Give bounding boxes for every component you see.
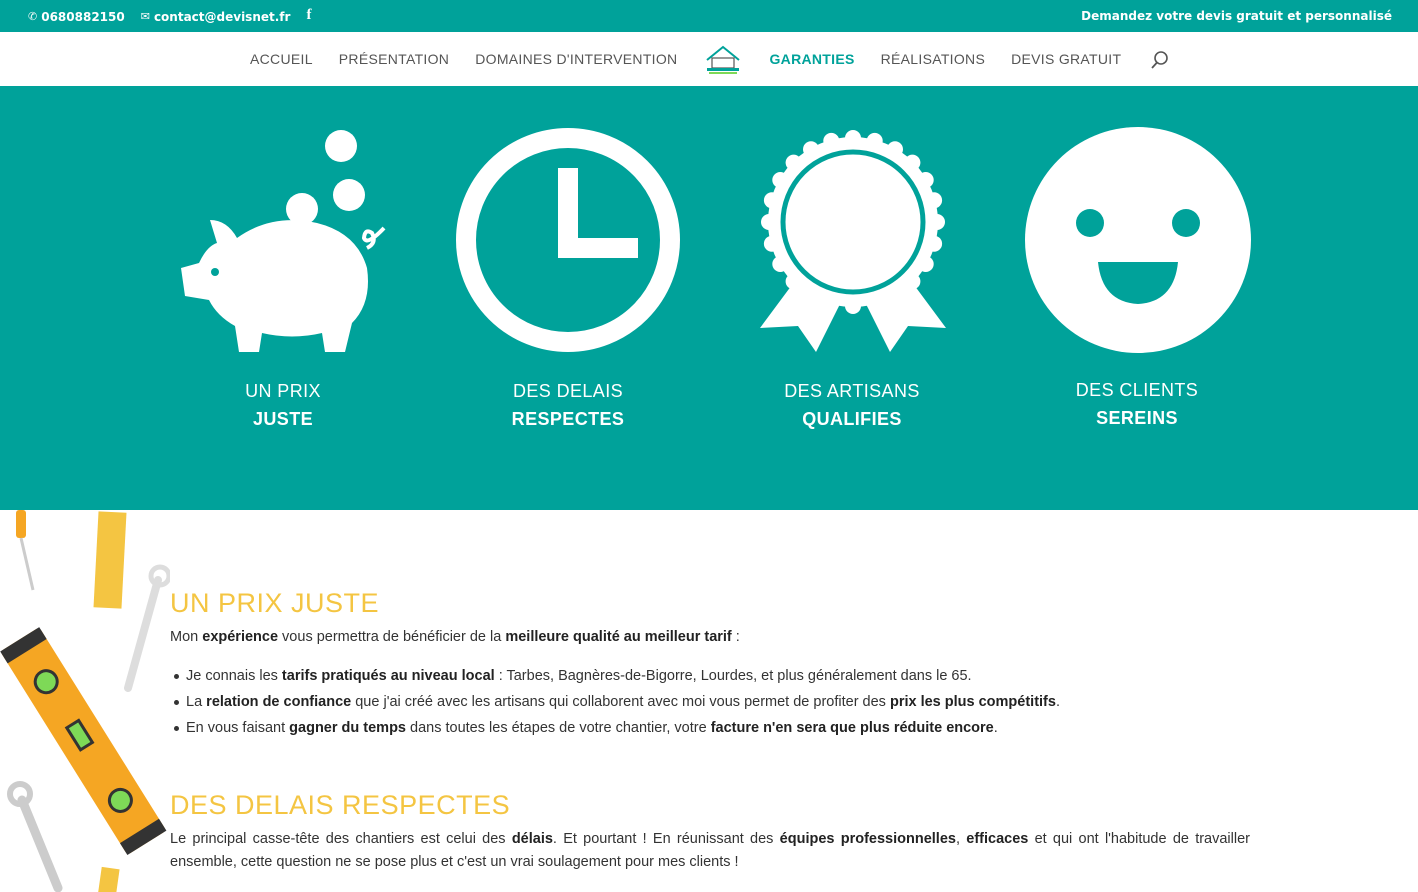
smiley-icon xyxy=(1025,127,1251,353)
envelope-icon: ✉ xyxy=(140,10,150,23)
section-title-fair-price: UN PRIX JUSTE xyxy=(170,588,380,618)
phone-number: 0680882150 xyxy=(41,9,125,24)
feature-label: DES CLIENTS SEREINS xyxy=(1075,380,1199,428)
nav-item-domaines-d-intervention[interactable]: DOMAINES D'INTERVENTION xyxy=(475,51,677,67)
contact-info: ✆ 0680882150 ✉ contact@devisnet.fr f xyxy=(28,7,327,24)
nav-menu: ACCUEIL PRÉSENTATION DOMAINES D'INTERVENTI… xyxy=(250,32,1147,86)
list-item: La relation de confiance que j'ai créé a… xyxy=(174,691,1250,714)
main-nav: ACCUEIL PRÉSENTATION DOMAINES D'INTERVENTI… xyxy=(0,32,1418,86)
nav-item-réalisations[interactable]: RÉALISATIONS xyxy=(881,51,985,67)
house-logo-icon[interactable] xyxy=(703,42,743,76)
clock-icon xyxy=(456,128,680,352)
feature-label: UN PRIX JUSTE xyxy=(245,381,321,429)
phone-icon: ✆ xyxy=(28,10,38,23)
email-address: contact@devisnet.fr xyxy=(153,9,291,24)
nav-item-garanties[interactable]: GARANTIES xyxy=(769,51,854,67)
section-intro: Mon expérience vous permettra de bénéfic… xyxy=(170,629,740,645)
construction-tools-icon xyxy=(0,510,170,892)
fair-price-bullet-list: Je connais les tarifs pratiqués au nivea… xyxy=(174,665,1250,743)
section-title-deadlines: DES DELAIS RESPECTES xyxy=(170,790,511,820)
guarantees-hero: UN PRIX JUSTE DES DELAIS RESPECTES DES A… xyxy=(0,86,1418,510)
top-bar: ✆ 0680882150 ✉ contact@devisnet.fr f Dem… xyxy=(0,0,1418,32)
award-rosette-icon xyxy=(760,130,946,352)
quote-cta-link[interactable]: Demandez votre devis gratuit et personna… xyxy=(1081,9,1392,23)
phone-link[interactable]: ✆ 0680882150 xyxy=(28,10,125,24)
email-link[interactable]: ✉ contact@devisnet.fr xyxy=(141,10,291,24)
facebook-icon[interactable]: f xyxy=(306,7,311,24)
nav-item-accueil[interactable]: ACCUEIL xyxy=(250,51,313,67)
nav-item-présentation[interactable]: PRÉSENTATION xyxy=(339,51,449,67)
feature-label: DES DELAIS RESPECTES xyxy=(511,381,625,429)
section-paragraph: Le principal casse-tête des chantiers es… xyxy=(170,831,1250,870)
piggy-bank-icon xyxy=(181,130,386,352)
search-icon[interactable] xyxy=(1150,50,1170,70)
feature-label: DES ARTISANS QUALIFIES xyxy=(784,381,920,429)
list-item: En vous faisant gagner du temps dans tou… xyxy=(174,717,1250,740)
nav-item-devis-gratuit[interactable]: DEVIS GRATUIT xyxy=(1011,51,1121,67)
list-item: Je connais les tarifs pratiqués au nivea… xyxy=(174,665,1250,688)
